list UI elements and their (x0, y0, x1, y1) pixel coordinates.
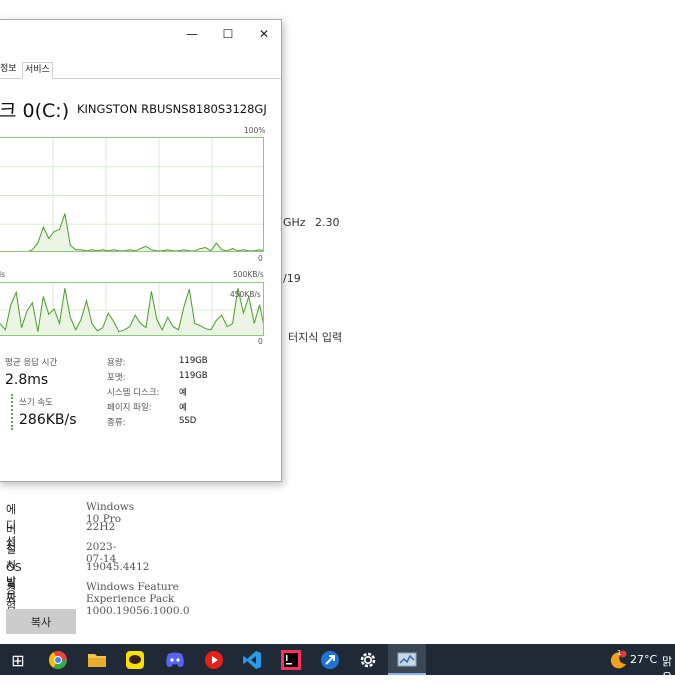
intellij-icon[interactable] (279, 648, 303, 672)
monitor-graph-icon (397, 652, 417, 667)
disk-model: KINGSTON RBUSNS8180S3128GJ (77, 102, 267, 116)
tab-services[interactable]: 서비스 (22, 62, 53, 79)
weather-condition[interactable]: 맑음 (662, 653, 675, 685)
close-button[interactable]: ✕ (251, 24, 277, 44)
write-speed-value: 286KB/s (19, 412, 77, 428)
capacity-label: 용량: (107, 358, 126, 368)
chrome-icon-graphic (49, 651, 67, 670)
file-explorer-icon[interactable] (85, 648, 109, 672)
cpu-speed-fragment: GHz (283, 216, 306, 229)
capacity-value: 119GB (179, 356, 208, 366)
write-speed-label: 쓰기 속도 (19, 398, 53, 408)
task-manager-icon (395, 648, 419, 672)
type-label: 종류: (107, 418, 126, 428)
taskbar: ⊞ 1 27°C 맑음 (0, 644, 675, 684)
avg-response-value: 2.8ms (5, 372, 49, 388)
type-value: SSD (179, 416, 197, 426)
graph2-left-label: ls (0, 270, 5, 279)
disk-title: 크 0(C:) (0, 100, 70, 122)
graph2-min-label: 0 (258, 337, 263, 346)
spec-value: 19045.4412 (86, 561, 150, 573)
minimize-button[interactable]: — (179, 24, 205, 44)
page-file-label: 페이지 파일: (107, 403, 152, 413)
tab-strip: 정보 서비스 (0, 62, 281, 79)
gear-icon (360, 652, 376, 668)
active-time-chart (0, 138, 263, 251)
weather-badge: 1 (617, 649, 622, 657)
write-speed-indicator (11, 394, 13, 430)
blue-app-icon (321, 651, 339, 669)
start-button[interactable]: ⊞ (6, 648, 30, 672)
formatted-label: 포맷: (107, 373, 126, 383)
active-time-graph (0, 137, 264, 252)
cpu-speed-value: 2.30 (315, 216, 340, 229)
spec-value: Windows Feature Experience Pack 1000.190… (86, 581, 190, 617)
copy-button[interactable]: 복사 (6, 609, 76, 634)
weather-temperature[interactable]: 27°C (630, 653, 657, 666)
tab-details[interactable]: 정보 (0, 62, 19, 77)
formatted-value: 119GB (179, 371, 208, 381)
kakaotalk-icon[interactable] (123, 648, 147, 672)
date-fragment: /19 (283, 272, 301, 285)
code-editor-icon (243, 651, 261, 669)
avg-response-label: 평균 응답 시간 (5, 358, 58, 368)
discord-icon[interactable] (163, 648, 187, 672)
touch-input-fragment: 터지식 입력 (288, 331, 343, 344)
page-file-value: 예 (179, 403, 187, 413)
maximize-button[interactable]: ☐ (215, 24, 241, 44)
spec-value: 22H2 (86, 521, 116, 533)
task-manager-window[interactable]: — ☐ ✕ 정보 서비스 크 0(C:) KINGSTON RBUSNS8180… (0, 19, 282, 482)
play-icon (205, 651, 223, 669)
task-manager-taskbar-button[interactable] (388, 644, 426, 675)
settings-icon[interactable] (356, 648, 380, 672)
ide-icon (281, 650, 301, 670)
system-disk-value: 예 (179, 388, 187, 398)
system-disk-label: 시스템 디스크: (107, 388, 160, 398)
discord-logo-icon (166, 652, 184, 667)
graph2-max-label: 500KB/s (233, 270, 264, 279)
title-bar[interactable]: — ☐ ✕ (0, 20, 281, 48)
media-player-icon[interactable] (202, 648, 226, 672)
active-time-area (29, 213, 263, 251)
transfer-rate-graph: 450KB/s (0, 282, 264, 336)
chat-bubble-icon (126, 651, 144, 669)
graph1-min-label: 0 (258, 254, 263, 263)
pinned-app-icon[interactable] (318, 648, 342, 672)
folder-icon (88, 654, 106, 667)
vscode-icon[interactable] (240, 648, 264, 672)
transfer-rate-chart (0, 283, 263, 335)
graph1-max-label: 100% (244, 126, 266, 135)
graph2-inner-label: 450KB/s (230, 290, 261, 299)
transfer-rate-area (0, 288, 263, 335)
chrome-icon[interactable] (46, 648, 70, 672)
